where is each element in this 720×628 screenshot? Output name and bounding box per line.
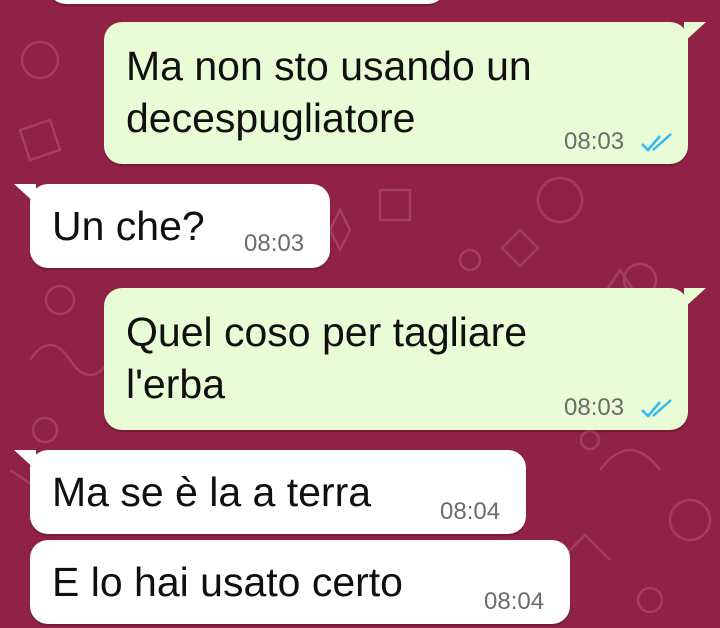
- message-text: Un che?: [52, 203, 205, 249]
- message-text: Ma non sto usando un decespugliatore: [126, 43, 532, 141]
- message-time: 08:03: [244, 230, 305, 257]
- double-check-icon: [641, 399, 672, 418]
- bubble-tail: [684, 288, 706, 308]
- bubble-tail: [684, 22, 706, 42]
- message-text: E lo hai usato certo: [52, 559, 403, 605]
- outgoing-message-bubble[interactable]: Quel coso per tagliare l'erba 08:03: [104, 288, 688, 430]
- incoming-message-bubble[interactable]: E lo hai usato certo 08:04: [30, 540, 570, 624]
- incoming-message-bubble[interactable]: Un che? 08:03: [30, 184, 330, 268]
- bubble-tail: [14, 184, 36, 204]
- incoming-message-bubble[interactable]: Ma se è la a terra 08:04: [30, 450, 526, 534]
- message-time: 08:03: [564, 128, 625, 155]
- message-time: 08:04: [484, 588, 545, 615]
- clipped-message-bubble: [48, 0, 446, 4]
- message-time: 08:04: [440, 498, 501, 525]
- outgoing-message-bubble[interactable]: Ma non sto usando un decespugliatore 08:…: [104, 22, 688, 164]
- message-text: Ma se è la a terra: [52, 469, 372, 515]
- double-check-icon: [641, 133, 672, 152]
- bubble-tail: [14, 450, 36, 470]
- message-text: Quel coso per tagliare l'erba: [126, 309, 528, 407]
- message-time: 08:03: [564, 394, 625, 421]
